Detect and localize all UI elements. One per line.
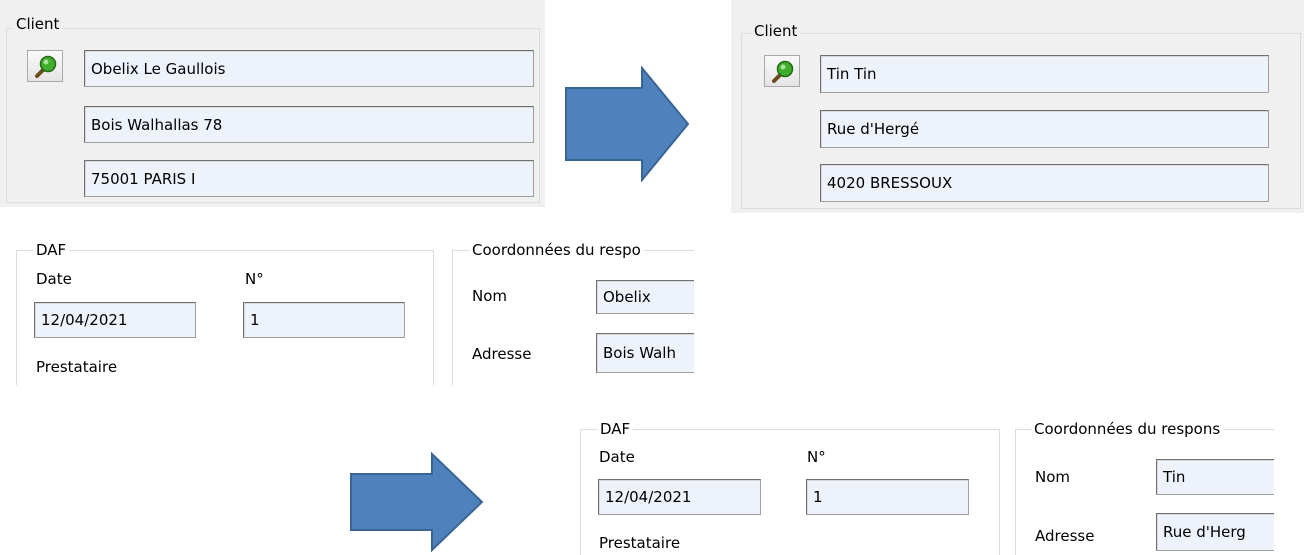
number-label: N° — [807, 448, 826, 466]
client-city-field[interactable]: 75001 PARIS I — [84, 160, 534, 197]
client-search-button[interactable] — [764, 55, 800, 87]
daf-legend: DAF — [33, 241, 70, 259]
date-field[interactable]: 12/04/2021 — [34, 302, 196, 338]
prestataire-label: Prestataire — [599, 534, 681, 552]
client-street-field[interactable]: Rue d'Hergé — [820, 110, 1269, 148]
nom-label: Nom — [1035, 468, 1071, 486]
client-name-field[interactable]: Obelix Le Gaullois — [84, 50, 534, 87]
nom-label: Nom — [472, 287, 508, 305]
client-street-field[interactable]: Bois Walhallas 78 — [84, 106, 534, 143]
client-legend: Client — [13, 15, 63, 33]
adresse-label: Adresse — [1035, 527, 1095, 545]
client-legend: Client — [751, 22, 801, 40]
magnifier-icon — [35, 55, 57, 78]
right-arrow-icon — [350, 452, 484, 552]
daf-panel-after: DAF Date N° 12/04/2021 1 Prestataire Coo… — [575, 410, 1274, 555]
number-field[interactable]: 1 — [243, 302, 405, 338]
adresse-field[interactable]: Rue d'Herg — [1156, 513, 1274, 551]
client-panel-before: Client Obelix Le Gaullois Bois Walhallas… — [0, 0, 545, 207]
client-name-field[interactable]: Tin Tin — [820, 55, 1269, 93]
client-panel-after: Client Tin Tin Rue d'Hergé 4020 BRESSOUX — [731, 0, 1304, 213]
daf-panel-before: DAF Date N° 12/04/2021 1 Prestataire Coo… — [0, 228, 694, 385]
nom-field[interactable]: Tin — [1156, 459, 1274, 495]
client-search-button[interactable] — [27, 50, 63, 82]
coordonnees-legend: Coordonnées du respo — [469, 241, 644, 259]
prestataire-label: Prestataire — [36, 358, 118, 376]
client-city-field[interactable]: 4020 BRESSOUX — [820, 164, 1269, 202]
right-arrow-icon — [565, 66, 690, 182]
date-label: Date — [36, 270, 72, 288]
coordonnees-legend: Coordonnées du respons — [1031, 420, 1224, 438]
date-field[interactable]: 12/04/2021 — [598, 479, 761, 515]
number-field[interactable]: 1 — [806, 479, 969, 515]
date-label: Date — [599, 448, 635, 466]
daf-legend: DAF — [597, 420, 634, 438]
nom-field[interactable]: Obelix — [596, 280, 694, 314]
number-label: N° — [245, 270, 264, 288]
adresse-field[interactable]: Bois Walh — [596, 333, 694, 373]
adresse-label: Adresse — [472, 345, 532, 363]
magnifier-icon — [772, 60, 794, 83]
